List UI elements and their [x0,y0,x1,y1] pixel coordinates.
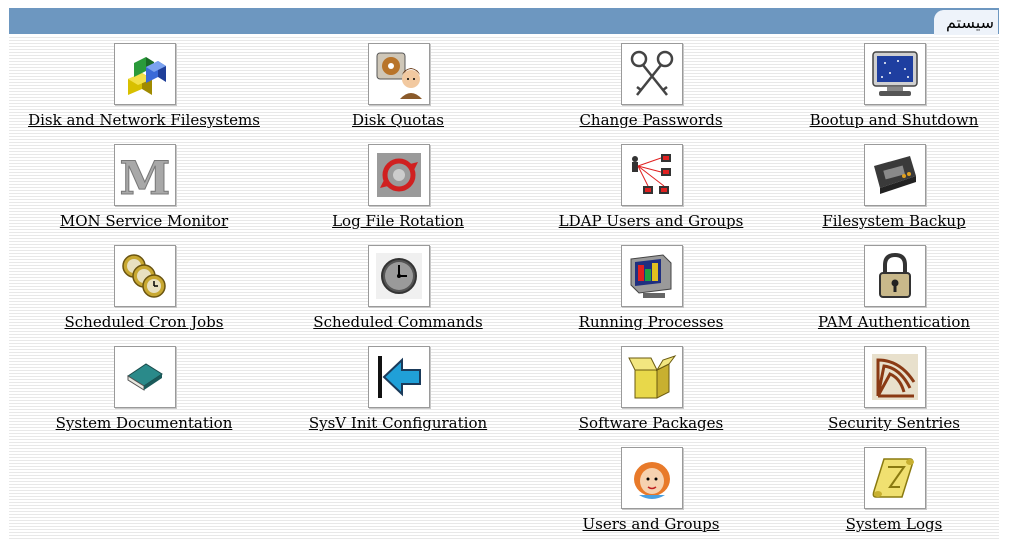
category-tab[interactable]: سيستم [934,10,998,35]
package-box-icon[interactable] [621,346,683,408]
module-security-sentries[interactable]: Security Sentries [769,346,1009,436]
module-label: Scheduled Commands [313,313,483,331]
scroll-icon[interactable] [864,447,926,509]
module-label: Change Passwords [579,111,723,129]
module-label: Software Packages [578,414,724,432]
module-label: PAM Authentication [817,313,971,331]
processes-monitor-icon[interactable] [621,245,683,307]
module-disk-quotas[interactable]: Disk Quotas [273,43,523,133]
module-system-logs[interactable]: System Logs [769,447,1009,537]
module-label: Bootup and Shutdown [809,111,979,129]
padlock-icon[interactable] [864,245,926,307]
module-change-passwords[interactable]: Change Passwords [526,43,776,133]
module-scheduled-commands[interactable]: Scheduled Commands [273,245,523,335]
module-filesystem-backup[interactable]: Filesystem Backup [769,144,1009,234]
module-mon-service-monitor[interactable]: M MON Service Monitor [19,144,269,234]
module-label: Filesystem Backup [822,212,966,230]
module-ldap-users-groups[interactable]: LDAP Users and Groups [526,144,776,234]
module-title-bar [9,8,999,34]
disk-filesystems-icon[interactable] [114,43,176,105]
module-bootup-shutdown[interactable]: Bootup and Shutdown [769,43,1009,133]
log-rotation-icon[interactable] [368,144,430,206]
module-system-documentation[interactable]: System Documentation [19,346,269,436]
module-sysv-init-configuration[interactable]: SysV Init Configuration [273,346,523,436]
disk-quotas-icon[interactable] [368,43,430,105]
module-disk-network-filesystems[interactable]: Disk and Network Filesystems [19,43,269,133]
book-icon[interactable] [114,346,176,408]
clocks-icon[interactable] [114,245,176,307]
module-label: Log File Rotation [332,212,464,230]
module-label: Users and Groups [582,515,720,533]
module-label: MON Service Monitor [59,212,229,230]
module-log-file-rotation[interactable]: Log File Rotation [273,144,523,234]
module-grid: Disk and Network Filesystems Disk Quotas [9,35,999,539]
monitor-icon[interactable] [864,43,926,105]
module-label: Disk and Network Filesystems [28,111,260,129]
ldap-network-icon[interactable] [621,144,683,206]
sentry-icon[interactable] [864,346,926,408]
module-running-processes[interactable]: Running Processes [526,245,776,335]
module-scheduled-cron-jobs[interactable]: Scheduled Cron Jobs [19,245,269,335]
tape-backup-icon[interactable] [864,144,926,206]
arrow-left-icon[interactable] [368,346,430,408]
module-label: Disk Quotas [351,111,445,129]
clock-grey-icon[interactable] [368,245,430,307]
svg-text:M: M [120,151,170,200]
module-label: Security Sentries [828,414,960,432]
tab-corner-icon [934,10,947,35]
module-label: System Documentation [55,414,233,432]
module-software-packages[interactable]: Software Packages [526,346,776,436]
module-label: Running Processes [578,313,724,331]
category-tab-label: سيستم [946,13,994,32]
module-pam-authentication[interactable]: PAM Authentication [769,245,1009,335]
user-face-icon[interactable] [621,447,683,509]
module-label: System Logs [845,515,943,533]
mon-letter-icon[interactable]: M [114,144,176,206]
module-users-groups[interactable]: Users and Groups [526,447,776,537]
module-label: SysV Init Configuration [308,414,488,432]
keys-icon[interactable] [621,43,683,105]
module-label: Scheduled Cron Jobs [64,313,224,331]
module-label: LDAP Users and Groups [558,212,744,230]
